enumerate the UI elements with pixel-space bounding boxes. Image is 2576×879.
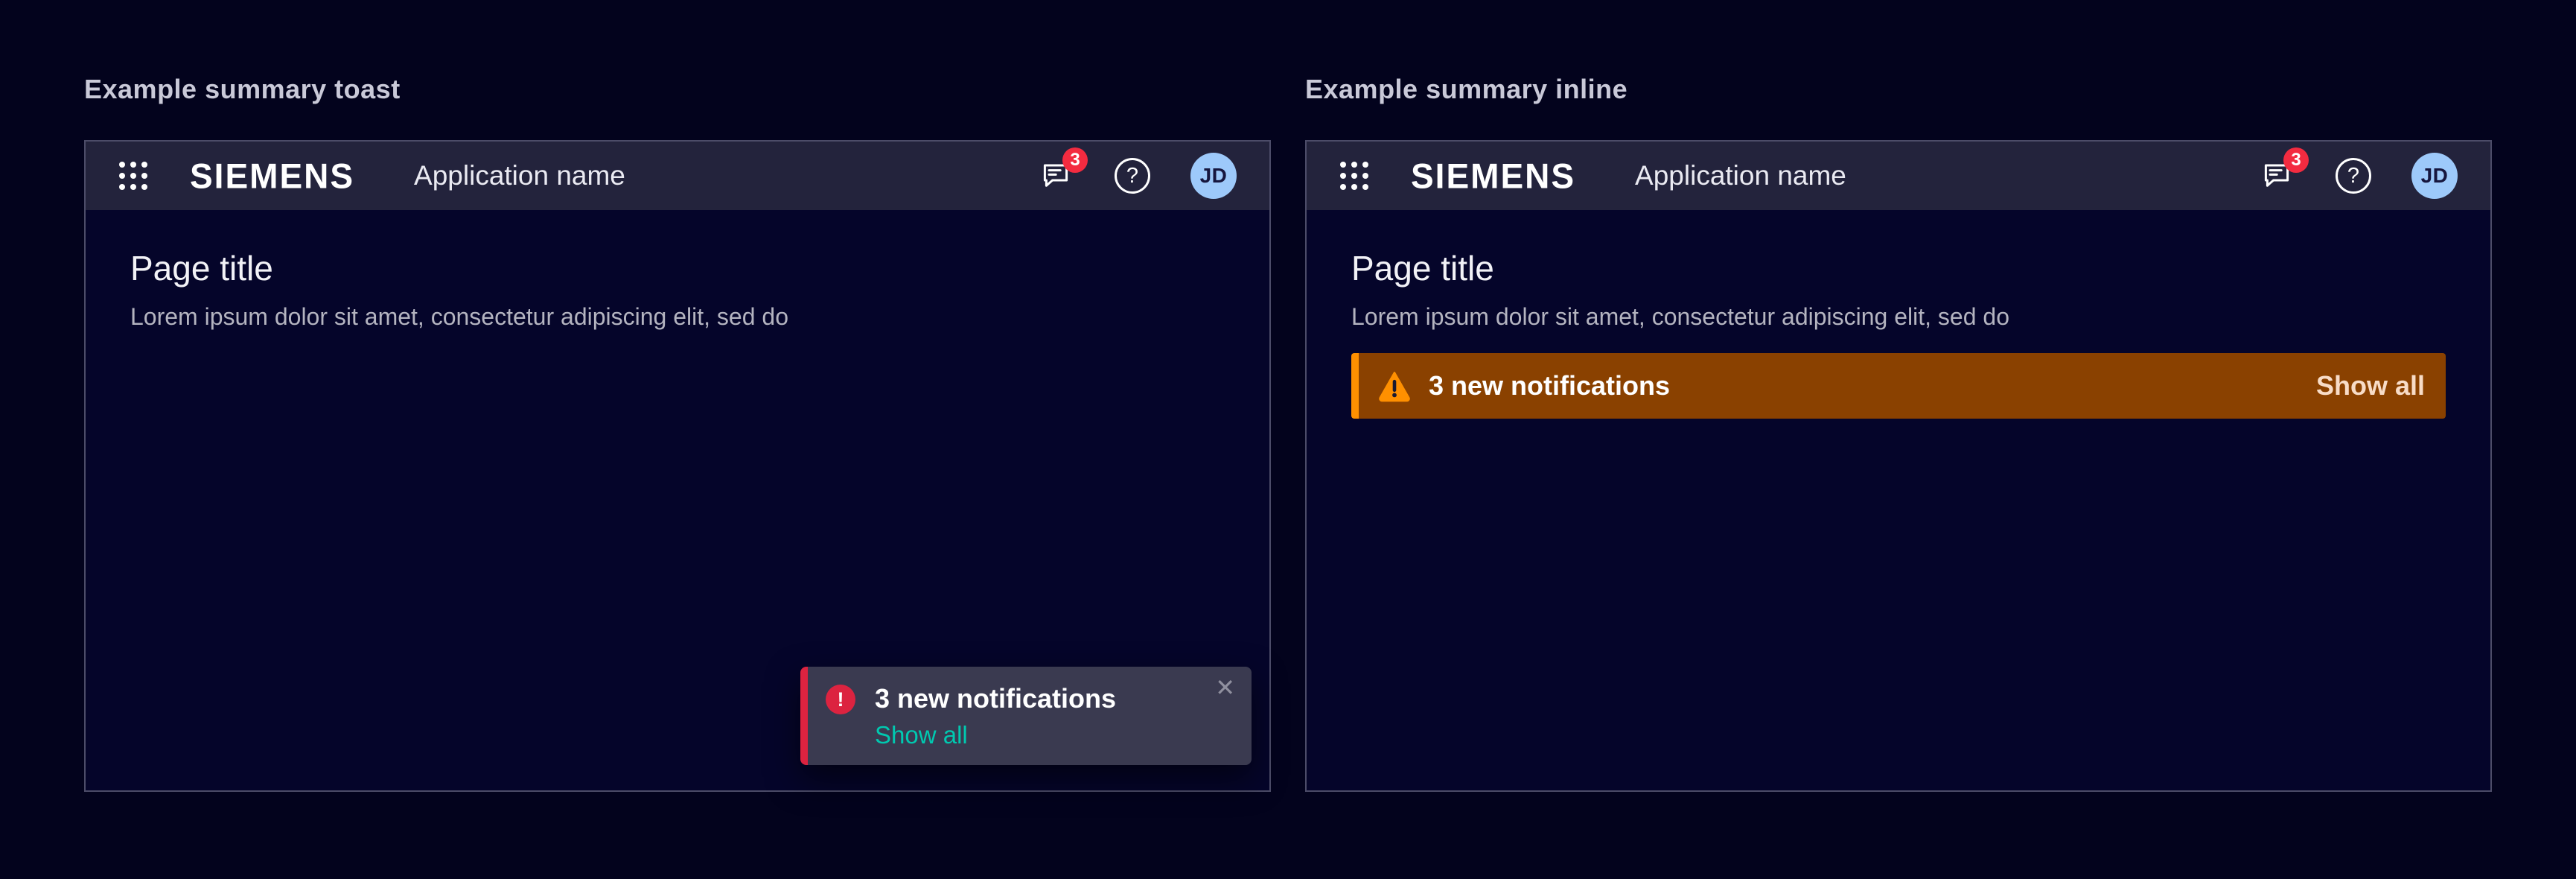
page-title: Page title [1351,249,2446,288]
notification-count-badge: 3 [2283,147,2309,173]
panel-heading: Example summary toast [84,74,1271,104]
notifications-button[interactable]: 3 [2260,158,2295,194]
toast-show-all-link[interactable]: Show all [875,722,968,749]
page-content: Page title Lorem ipsum dolor sit amet, c… [1307,210,2490,790]
notifications-button[interactable]: 3 [1039,158,1074,194]
application-name: Application name [1635,160,1846,191]
panel-heading: Example summary inline [1305,74,2492,104]
application-name: Application name [414,160,625,191]
panel-inline-example: Example summary inline SIEMENS Applicati… [1305,74,2492,792]
notification-count-badge: 3 [1062,147,1088,173]
avatar[interactable]: JD [1190,153,1237,199]
toast-text: 3 new notifications Show all [875,683,1116,749]
app-frame-toast: SIEMENS Application name 3 ? JD [84,140,1271,792]
help-icon[interactable]: ? [2336,158,2371,194]
inline-show-all-button[interactable]: Show all [2316,370,2425,402]
alarm-icon: ! [826,685,855,714]
panel-toast-example: Example summary toast SIEMENS Applicatio… [84,74,1271,792]
app-frame-inline: SIEMENS Application name 3 ? JD [1305,140,2492,792]
inline-notification: 3 new notifications Show all [1351,353,2446,419]
toast-title: 3 new notifications [875,683,1116,714]
page-subtitle: Lorem ipsum dolor sit amet, consectetur … [130,302,1225,331]
siemens-logo: SIEMENS [190,155,354,196]
stage: Example summary toast SIEMENS Applicatio… [0,0,2576,792]
toast-notification: ! 3 new notifications Show all ✕ [800,667,1252,765]
app-bar: SIEMENS Application name 3 ? JD [86,142,1269,210]
app-bar: SIEMENS Application name 3 ? JD [1307,142,2490,210]
help-icon[interactable]: ? [1115,158,1150,194]
avatar[interactable]: JD [2411,153,2458,199]
close-icon[interactable]: ✕ [1215,676,1235,699]
app-bar-actions: 3 ? JD [1039,153,1237,199]
page-title: Page title [130,249,1225,288]
warning-icon [1377,368,1412,404]
app-launcher-icon[interactable] [118,161,148,191]
page-subtitle: Lorem ipsum dolor sit amet, consectetur … [1351,302,2446,331]
app-bar-actions: 3 ? JD [2260,153,2458,199]
siemens-logo: SIEMENS [1411,155,1575,196]
inline-notification-title: 3 new notifications [1429,370,1670,402]
app-launcher-icon[interactable] [1339,161,1369,191]
